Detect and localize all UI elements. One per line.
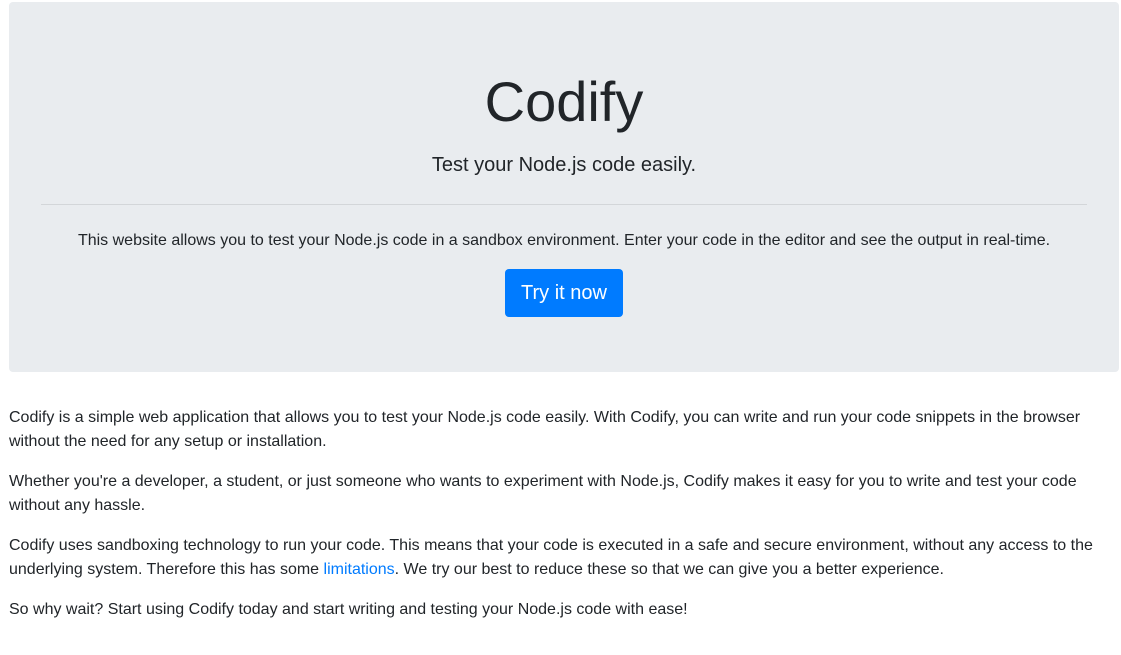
audience-paragraph: Whether you're a developer, a student, o… bbox=[9, 473, 1077, 514]
sandbox-text-after: . We try our best to reduce these so tha… bbox=[394, 561, 944, 578]
hero-tagline: Test your Node.js code easily. bbox=[431, 154, 697, 176]
limitations-link[interactable]: limitations bbox=[324, 561, 395, 578]
try-it-now-button[interactable]: Try it now bbox=[505, 269, 623, 317]
main-content: Codify is a simple web application that … bbox=[9, 372, 1104, 622]
call-to-action-paragraph: So why wait? Start using Codify today an… bbox=[9, 601, 688, 618]
hero-description: This website allows you to test your Nod… bbox=[77, 232, 1051, 249]
page: Codify Test your Node.js code easily. Th… bbox=[0, 0, 1121, 655]
sandbox-paragraph: Codify uses sandboxing technology to run… bbox=[9, 534, 1104, 582]
page-title: Codify bbox=[484, 70, 644, 133]
intro-paragraph: Codify is a simple web application that … bbox=[9, 409, 1081, 450]
hero-section: Codify Test your Node.js code easily. Th… bbox=[9, 2, 1119, 372]
hero-divider bbox=[41, 204, 1087, 205]
